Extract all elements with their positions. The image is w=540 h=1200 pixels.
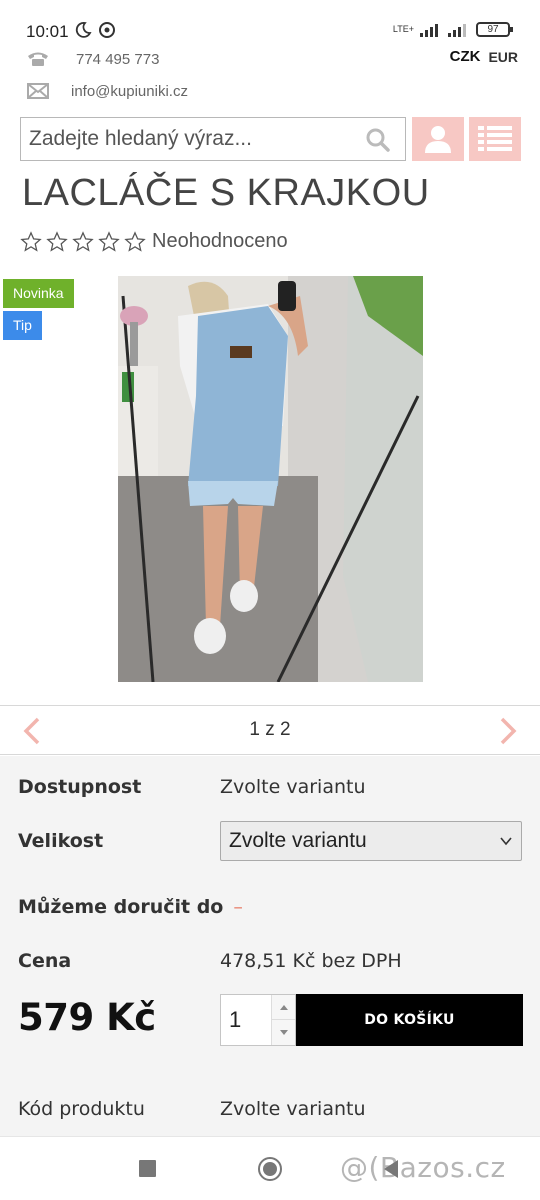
delivery-label-text: Můžeme doručit do: [18, 896, 224, 918]
recent-apps-button[interactable]: [139, 1160, 156, 1177]
star-empty-icon: [98, 230, 120, 252]
account-button[interactable]: [412, 117, 464, 161]
signal-icon: [420, 23, 438, 37]
availability-label: Dostupnost: [18, 776, 142, 798]
network-type: LTE+: [392, 24, 414, 34]
gallery-navigation: 1 z 2: [0, 705, 540, 755]
quantity-decrease[interactable]: [271, 1020, 295, 1045]
product-title: LACLÁČE S KRAJKOU: [22, 172, 430, 214]
data-saver-icon: [99, 22, 115, 38]
bazos-watermark: @(Bazos.cz: [340, 1151, 506, 1184]
system-nav-bar: @(Bazos.cz: [0, 1136, 540, 1200]
star-empty-icon: [46, 230, 68, 252]
currency-switcher: CZK EUR: [450, 48, 518, 65]
price: 579 Kč: [18, 996, 156, 1039]
quantity-stepper: [220, 994, 296, 1046]
status-bar: 10:01 LTE+ 97: [0, 0, 540, 48]
search-icon[interactable]: [365, 127, 391, 153]
add-to-cart-button[interactable]: DO KOŠÍKU: [296, 994, 523, 1046]
signal-icon-2: [448, 23, 466, 37]
availability-value: Zvolte variantu: [220, 776, 366, 798]
size-select[interactable]: Zvolte variantu: [220, 821, 522, 861]
badge-new: Novinka: [3, 279, 74, 308]
currency-czk[interactable]: CZK: [450, 48, 481, 65]
home-icon: [263, 1162, 277, 1176]
star-empty-icon: [20, 230, 42, 252]
product-photo: [118, 276, 423, 682]
quantity-increase[interactable]: [271, 995, 295, 1020]
currency-eur[interactable]: EUR: [488, 48, 518, 65]
search-input[interactable]: [21, 118, 351, 160]
email-address: info@kupiuniki.cz: [71, 82, 188, 100]
price-label: Cena: [18, 950, 72, 972]
size-label: Velikost: [18, 830, 104, 852]
search-box: [20, 117, 406, 161]
phone-icon: [26, 50, 50, 68]
user-icon: [425, 126, 451, 153]
chevron-down-icon: [500, 837, 512, 846]
product-image[interactable]: [118, 276, 423, 682]
mail-icon: [26, 82, 50, 100]
delivery-value: –: [233, 896, 243, 918]
star-empty-icon: [72, 230, 94, 252]
status-time: 10:01: [26, 22, 69, 41]
product-code-label: Kód produktu: [18, 1098, 145, 1120]
product-code-value: Zvolte variantu: [220, 1098, 366, 1120]
chevron-right-icon[interactable]: [496, 716, 520, 746]
product-details: Dostupnost Zvolte variantu Velikost Zvol…: [0, 756, 540, 1136]
badge-tip: Tip: [3, 311, 42, 340]
gallery-counter: 1 z 2: [249, 719, 291, 740]
moon-icon: [75, 22, 92, 38]
contact-email[interactable]: info@kupiuniki.cz: [26, 82, 188, 100]
home-button[interactable]: [258, 1157, 282, 1181]
product-rating[interactable]: Neohodnoceno: [20, 230, 288, 253]
contact-phone[interactable]: 774 495 773: [26, 50, 159, 68]
phone-number: 774 495 773: [76, 50, 160, 68]
caret-down-icon: [279, 1029, 288, 1035]
rating-stars: [20, 230, 146, 253]
caret-up-icon: [279, 1005, 288, 1010]
price-without-vat: 478,51 Kč bez DPH: [220, 950, 402, 972]
menu-list-icon: [478, 126, 512, 151]
star-empty-icon: [124, 230, 146, 252]
battery-icon: 97: [476, 22, 513, 37]
rating-text: Neohodnoceno: [152, 230, 288, 252]
size-selected-value: Zvolte variantu: [229, 829, 367, 852]
delivery-label: Můžeme doručit do –: [18, 896, 243, 918]
menu-button[interactable]: [469, 117, 521, 161]
quantity-input[interactable]: [221, 995, 271, 1045]
